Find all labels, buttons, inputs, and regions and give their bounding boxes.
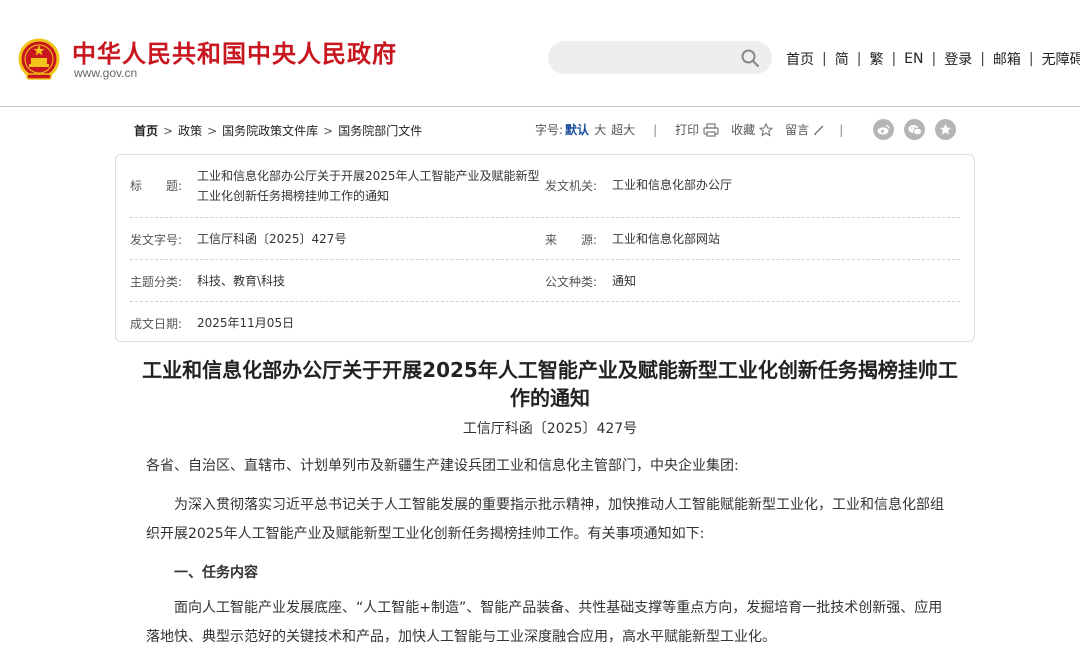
- article-salutation: 各省、自治区、直辖市、计划单列市及新疆生产建设兵团工业和信息化主管部门，中央企业…: [146, 458, 739, 474]
- meta-row: 成文日期: 2025年11月05日: [130, 301, 960, 341]
- meta-topic-label: 主题分类:: [130, 275, 183, 289]
- meta-date-label: 成文日期:: [130, 317, 183, 331]
- meta-title-line2: 工业化创新任务揭榜挂帅工作的通知: [197, 189, 390, 203]
- breadcrumb-home[interactable]: 首页: [134, 122, 158, 139]
- favorite-share-button[interactable]: [935, 119, 956, 140]
- meta-row: 主题分类: 科技、教育\科技 公文种类: 通知: [130, 259, 960, 302]
- meta-date-value: 2025年11月05日: [197, 316, 295, 330]
- article-title: 工业和信息化部办公厅关于开展2025年人工智能产业及赋能新型工业化创新任务揭榜挂…: [142, 358, 958, 410]
- nav-home[interactable]: 首页: [786, 49, 814, 69]
- breadcrumb-policy-library[interactable]: 国务院政策文件库: [222, 122, 318, 139]
- toolbar-divider: |: [839, 122, 844, 137]
- weibo-icon: [877, 124, 890, 135]
- nav-separator: |: [1028, 51, 1034, 67]
- meta-title-value: 工业和信息化部办公厅关于开展2025年人工智能产业及赋能新型 工业化创新任务揭榜…: [197, 166, 542, 206]
- weibo-share-button[interactable]: [873, 119, 894, 140]
- font-size-large[interactable]: 大: [594, 121, 606, 138]
- meta-issuer-value: 工业和信息化部办公厅: [612, 178, 733, 192]
- meta-type-value: 通知: [612, 274, 637, 288]
- breadcrumb-separator: >: [163, 123, 174, 138]
- wechat-icon: [908, 124, 922, 135]
- nav-separator: |: [980, 51, 985, 67]
- search-input[interactable]: [548, 41, 772, 74]
- meta-row: 发文字号: 工信厅科函〔2025〕427号 来 源: 工业和信息化部网站: [130, 217, 960, 260]
- nav-separator: |: [856, 51, 862, 67]
- breadcrumb-policy[interactable]: 政策: [178, 122, 202, 139]
- font-size-extra-large[interactable]: 超大: [611, 121, 635, 138]
- breadcrumb: 首页 > 政策 > 国务院政策文件库 > 国务院部门文件: [134, 122, 422, 139]
- meta-issuer-label: 发文机关:: [545, 179, 598, 193]
- comment-button[interactable]: 留言: [785, 121, 825, 138]
- star-icon: [759, 122, 774, 137]
- nav-simplified[interactable]: 简: [835, 49, 849, 69]
- nav-separator: |: [931, 51, 937, 67]
- print-label: 打印: [675, 123, 700, 137]
- wechat-share-button[interactable]: [904, 119, 925, 140]
- meta-docno-value: 工信厅科函〔2025〕427号: [197, 232, 347, 246]
- font-size-default[interactable]: 默认: [565, 121, 589, 138]
- font-size-label: 字号:: [535, 123, 564, 137]
- favorite-button[interactable]: 收藏: [731, 121, 774, 138]
- nav-english[interactable]: EN: [904, 51, 923, 67]
- article-docno: 工信厅科函〔2025〕427号: [462, 421, 638, 437]
- site-header: 中华人民共和国中央人民政府 www.gov.cn 首页 | 简 | 繁 | EN…: [0, 0, 1080, 107]
- article-toolbar: 字号: 默认 大 超大 | 打印 收藏 留言 |: [535, 121, 843, 138]
- pencil-icon: [814, 125, 824, 135]
- meta-topic-value: 科技、教育\科技: [197, 274, 286, 288]
- national-emblem-icon[interactable]: [17, 36, 61, 84]
- article-paragraph-2: 面向人工智能产业发展底座、“人工智能+制造”、智能产品装备、共性基础支撑等重点方…: [146, 600, 943, 645]
- site-name[interactable]: 中华人民共和国中央人民政府: [72, 34, 397, 69]
- nav-mailbox[interactable]: 邮箱: [993, 49, 1021, 69]
- favorite-label: 收藏: [731, 123, 756, 137]
- search-icon[interactable]: [740, 48, 760, 68]
- comment-label: 留言: [785, 123, 810, 137]
- nav-separator: |: [891, 51, 897, 67]
- toolbar-divider: |: [653, 122, 658, 137]
- meta-type-label: 公文种类:: [545, 275, 598, 289]
- nav-accessibility[interactable]: 无障碍: [1042, 49, 1080, 69]
- meta-title-line1: 工业和信息化部办公厅关于开展2025年人工智能产业及赋能新型: [197, 169, 540, 183]
- meta-row: 标 题: 工业和信息化部办公厅关于开展2025年人工智能产业及赋能新型 工业化创…: [130, 155, 960, 218]
- meta-source-label: 来 源:: [545, 233, 598, 247]
- breadcrumb-separator: >: [323, 123, 334, 138]
- breadcrumb-separator: >: [207, 123, 218, 138]
- breadcrumb-department-docs[interactable]: 国务院部门文件: [338, 122, 422, 139]
- meta-docno-label: 发文字号:: [130, 233, 183, 247]
- nav-traditional[interactable]: 繁: [869, 49, 883, 69]
- article-paragraph-1: 为深入贯彻落实习近平总书记关于人工智能发展的重要指示批示精神，加快推动人工智能赋…: [146, 497, 944, 542]
- site-url: www.gov.cn: [74, 66, 138, 80]
- meta-title-label: 标 题:: [130, 179, 183, 193]
- meta-source-value: 工业和信息化部网站: [612, 232, 721, 246]
- printer-icon: [703, 122, 719, 137]
- nav-login[interactable]: 登录: [944, 49, 972, 69]
- document-meta-table: 标 题: 工业和信息化部办公厅关于开展2025年人工智能产业及赋能新型 工业化创…: [115, 154, 975, 342]
- nav-separator: |: [822, 51, 827, 67]
- top-nav: 首页 | 简 | 繁 | EN | 登录 | 邮箱 | 无障碍: [786, 49, 1080, 69]
- print-button[interactable]: 打印: [675, 121, 719, 138]
- article-heading-1: 一、任务内容: [174, 565, 258, 581]
- favorite-share-icon: [939, 123, 952, 135]
